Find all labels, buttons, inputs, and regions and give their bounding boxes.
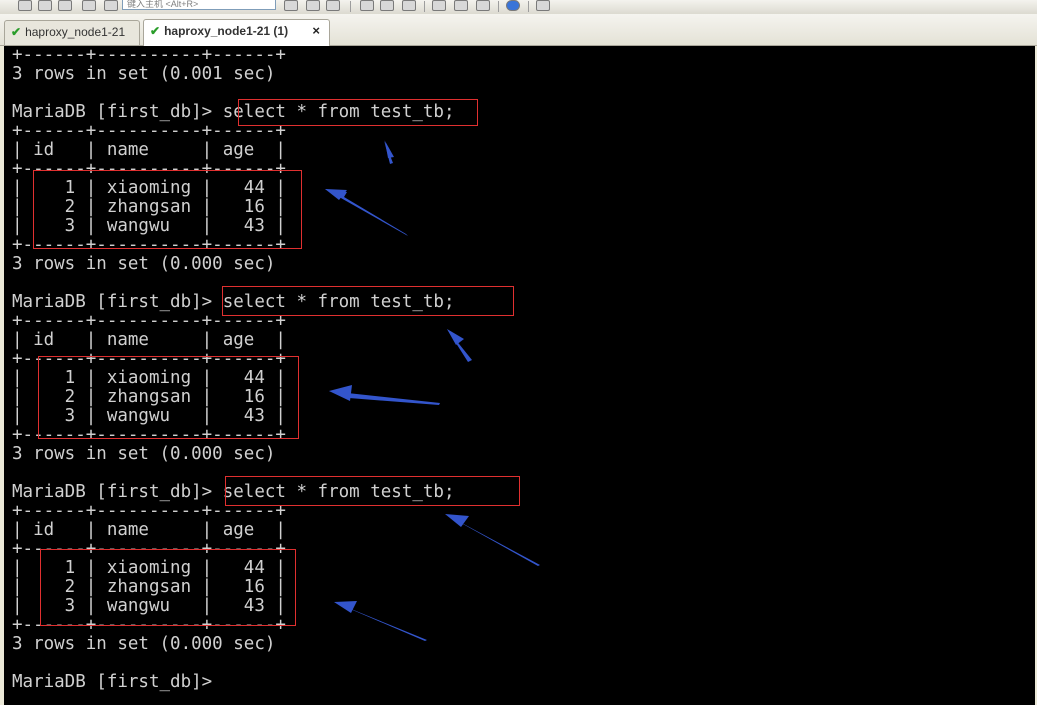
arrow-annotation [329,385,352,401]
disconnect-icon[interactable] [58,0,72,11]
connected-check-icon: ✔ [11,25,22,39]
key-icon[interactable] [104,0,118,11]
new-session-icon[interactable] [18,0,32,11]
tab-haproxy-node1-21[interactable]: ✔ haproxy_node1-21 [4,20,140,45]
annotation-arrows [325,140,540,641]
reconnect-icon[interactable] [38,0,52,11]
tab-label: haproxy_node1-21 (1) [164,24,289,38]
font-icon[interactable] [476,0,490,11]
page-setup-icon[interactable] [402,0,416,11]
print-icon[interactable] [360,0,374,11]
settings-icon[interactable] [432,0,446,11]
toolbar-separator [350,1,351,12]
new-window-icon[interactable] [82,0,96,11]
find-icon[interactable] [326,0,340,11]
session-tab-bar: ✔ haproxy_node1-21 ✔ haproxy_node1-21 (1) … [0,14,1037,46]
connected-check-icon: ✔ [150,24,161,38]
tab-label: haproxy_node1-21 [25,25,126,39]
filter-icon[interactable] [454,0,468,11]
paste-icon[interactable] [306,0,320,11]
toolbar-separator [424,1,425,12]
sftp-icon[interactable] [536,0,550,11]
help-icon[interactable] [506,0,520,11]
toolbar-separator [498,1,499,12]
close-tab-icon[interactable]: × [312,20,320,42]
host-search-input[interactable]: 键入主机 <Alt+R> [122,0,276,10]
toolbar-separator [528,1,529,12]
arrow-annotation [385,141,394,158]
arrow-annotation [447,329,464,345]
print-preview-icon[interactable] [380,0,394,11]
arrow-annotation [334,601,357,613]
tab-haproxy-node1-21-1[interactable]: ✔ haproxy_node1-21 (1) × [143,19,330,46]
terminal-output[interactable]: +------+----------+------+ 3 rows in set … [4,46,1035,705]
copy-icon[interactable] [284,0,298,11]
toolbar: 键入主机 <Alt+R> [0,0,1037,14]
